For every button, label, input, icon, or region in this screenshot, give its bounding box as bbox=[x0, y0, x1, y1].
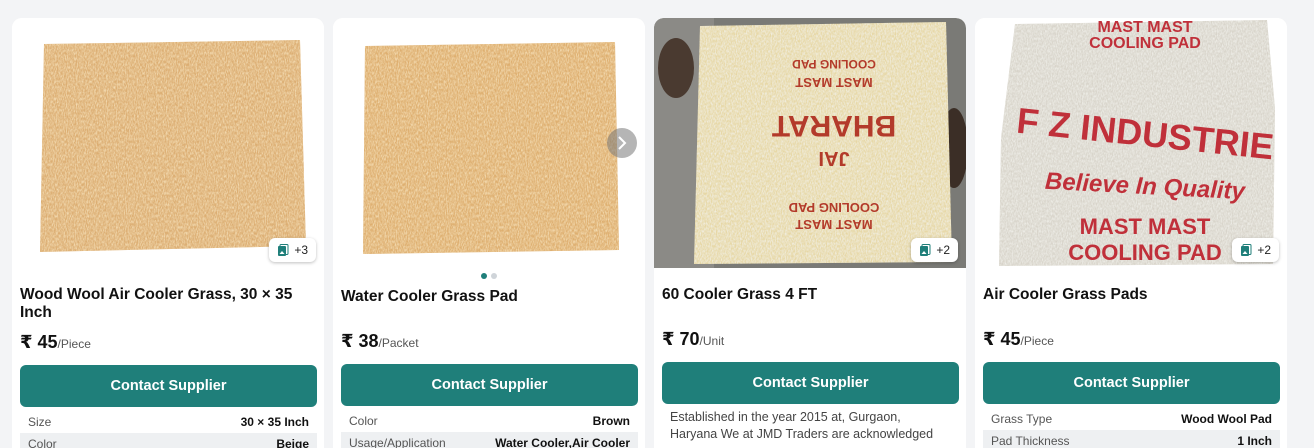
product-price: ₹ 45/Piece bbox=[983, 329, 1054, 350]
spec-row: Pad Thickness 1 Inch bbox=[983, 430, 1280, 448]
price-unit: /Packet bbox=[378, 336, 419, 350]
bag-print: MAST MAST bbox=[795, 75, 872, 90]
price-value: ₹ 38 bbox=[341, 331, 379, 351]
product-title[interactable]: 60 Cooler Grass 4 FT bbox=[662, 286, 958, 304]
gallery-icon bbox=[1241, 243, 1252, 256]
bag-print: BHARAT bbox=[772, 109, 896, 142]
spec-value: 1 Inch bbox=[1237, 434, 1272, 448]
spec-row: Grass Type Wood Wool Pad bbox=[983, 408, 1280, 430]
product-image[interactable] bbox=[333, 18, 645, 268]
bag-print: MAST MAST bbox=[1097, 19, 1192, 36]
price-unit: /Unit bbox=[699, 334, 725, 348]
product-title[interactable]: Wood Wool Air Cooler Grass, 30 × 35 Inch bbox=[20, 286, 316, 322]
spec-row: Size 30 × 35 Inch bbox=[20, 411, 317, 433]
spec-label: Pad Thickness bbox=[991, 434, 1070, 448]
product-price: ₹ 38/Packet bbox=[341, 331, 419, 352]
spec-label: Usage/Application bbox=[349, 436, 446, 448]
price-value: ₹ 70 bbox=[662, 329, 700, 349]
spec-label: Color bbox=[349, 414, 378, 428]
bag-print: MAST MAST bbox=[795, 217, 872, 232]
spec-table: Size 30 × 35 Inch Color Beige bbox=[20, 411, 317, 448]
carousel-dot[interactable] bbox=[481, 273, 487, 279]
contact-supplier-button[interactable]: Contact Supplier bbox=[983, 362, 1280, 404]
more-images-badge[interactable]: +3 bbox=[269, 238, 316, 262]
spec-value: Water Cooler,Air Cooler bbox=[495, 436, 630, 448]
product-card[interactable]: MAST MAST COOLING PAD F Z INDUSTRIE Beli… bbox=[975, 18, 1287, 448]
spec-label: Size bbox=[28, 415, 52, 429]
more-images-badge[interactable]: +2 bbox=[911, 238, 958, 262]
spec-label: Color bbox=[28, 437, 57, 448]
contact-supplier-button[interactable]: Contact Supplier bbox=[341, 364, 638, 406]
product-title[interactable]: Water Cooler Grass Pad bbox=[341, 288, 637, 306]
product-card[interactable]: Water Cooler Grass Pad ₹ 38/Packet Conta… bbox=[333, 18, 645, 448]
product-image[interactable]: +3 bbox=[12, 18, 324, 268]
spec-value: 30 × 35 Inch bbox=[240, 415, 309, 429]
bag-print: COOLING PAD bbox=[1089, 35, 1201, 52]
bag-print: COOLING PAD bbox=[1068, 240, 1222, 265]
more-images-count: +3 bbox=[294, 243, 308, 257]
price-value: ₹ 45 bbox=[983, 329, 1021, 349]
product-image[interactable]: MAST MAST COOLING PAD F Z INDUSTRIE Beli… bbox=[975, 18, 1287, 268]
product-card[interactable]: +3 Wood Wool Air Cooler Grass, 30 × 35 I… bbox=[12, 18, 324, 448]
bag-print: MAST MAST bbox=[1080, 214, 1211, 239]
contact-supplier-button[interactable]: Contact Supplier bbox=[662, 362, 959, 404]
spec-value: Wood Wool Pad bbox=[1181, 412, 1272, 426]
product-image[interactable]: MAST MAST COOLING PAD BHARAT JAI COOLING… bbox=[654, 18, 966, 268]
spec-value: Beige bbox=[276, 437, 309, 448]
carousel-dot[interactable] bbox=[491, 273, 497, 279]
product-price: ₹ 70/Unit bbox=[662, 329, 724, 350]
spec-value: Brown bbox=[592, 414, 630, 428]
next-image-button[interactable] bbox=[607, 128, 637, 158]
product-price: ₹ 45/Piece bbox=[20, 332, 91, 353]
bag-print: COOLING PAD bbox=[792, 57, 876, 71]
spec-row: Color Beige bbox=[20, 433, 317, 448]
price-unit: /Piece bbox=[57, 337, 91, 351]
spec-row: Color Brown bbox=[341, 410, 638, 432]
price-unit: /Piece bbox=[1020, 334, 1054, 348]
gallery-icon bbox=[278, 243, 289, 256]
carousel-dots bbox=[333, 273, 645, 279]
spec-row: Usage/Application Water Cooler,Air Cooler bbox=[341, 432, 638, 448]
more-images-count: +2 bbox=[1257, 243, 1271, 257]
bag-print: JAI bbox=[818, 147, 849, 169]
more-images-count: +2 bbox=[936, 243, 950, 257]
product-description: Established in the year 2015 at, Gurgaon… bbox=[670, 410, 934, 441]
chevron-right-icon bbox=[618, 136, 627, 150]
product-card[interactable]: MAST MAST COOLING PAD BHARAT JAI COOLING… bbox=[654, 18, 966, 448]
product-title[interactable]: Air Cooler Grass Pads bbox=[983, 286, 1279, 304]
bag-print: COOLING PAD bbox=[789, 200, 880, 215]
price-value: ₹ 45 bbox=[20, 332, 58, 352]
contact-supplier-button[interactable]: Contact Supplier bbox=[20, 365, 317, 407]
spec-label: Grass Type bbox=[991, 412, 1053, 426]
gallery-icon bbox=[920, 243, 931, 256]
spec-table: Grass Type Wood Wool Pad Pad Thickness 1 I… bbox=[983, 408, 1280, 448]
more-images-badge[interactable]: +2 bbox=[1232, 238, 1279, 262]
spec-table: Color Brown Usage/Application Water Cooler… bbox=[341, 410, 638, 448]
